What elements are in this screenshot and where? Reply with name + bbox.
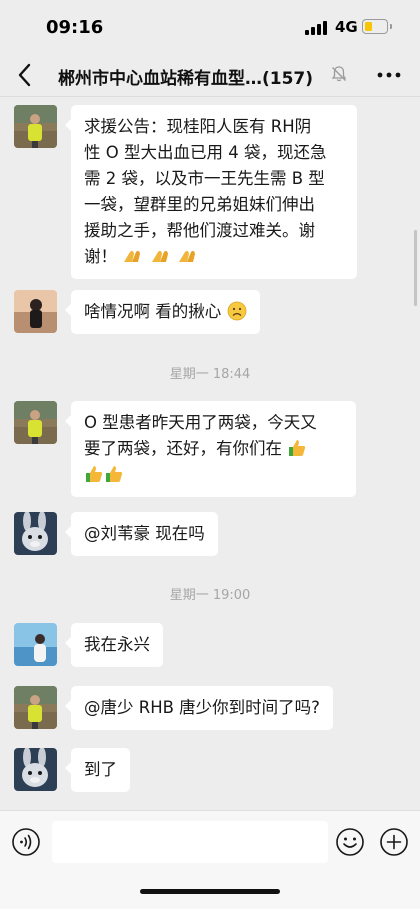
- member-count: (157): [262, 69, 314, 89]
- message-bubble[interactable]: 求援公告：现桂阳人医有 RH阴 性 O 型大出血已用 4 袋，现还急 需 2 袋…: [65, 105, 357, 279]
- network-type: 4G: [335, 18, 358, 36]
- group-name: 郴州市中心血站稀有血型…: [58, 69, 262, 89]
- signal-icon: [305, 19, 329, 35]
- avatar[interactable]: [14, 512, 57, 555]
- timestamp: 星期一 18:44: [169, 367, 251, 382]
- message-input[interactable]: [52, 821, 328, 863]
- avatar[interactable]: [14, 401, 57, 444]
- chat-header: 郴州市中心血站稀有血型…(157): [0, 54, 420, 97]
- avatar-photo: [14, 623, 57, 666]
- message-text: 求援公告：现桂阳人医有 RH阴 性 O 型大出血已用 4 袋，现还急 需 2 袋…: [84, 117, 327, 266]
- avatar[interactable]: [14, 748, 57, 791]
- input-bar: [0, 810, 420, 909]
- avatar-photo: [14, 401, 57, 444]
- thumbs-up-emoji: [84, 465, 104, 484]
- message-text: @刘苇豪 现在吗: [84, 524, 205, 543]
- message-text: 到了: [84, 760, 117, 779]
- message-bubble[interactable]: 到了: [65, 748, 130, 792]
- timestamp: 星期一 19:00: [169, 588, 251, 603]
- status-bar: 09:16 4G: [0, 0, 420, 54]
- status-time: 09:16: [46, 17, 104, 38]
- avatar[interactable]: [14, 290, 57, 333]
- pray-emoji: [122, 247, 144, 266]
- thumbs-up-emoji: [104, 465, 124, 484]
- chat-message-list[interactable]: 求援公告：现桂阳人医有 RH阴 性 O 型大出血已用 4 袋，现还急 需 2 袋…: [0, 97, 420, 809]
- pray-emoji: [150, 247, 172, 266]
- message-bubble[interactable]: O 型患者昨天用了两袋，今天又 要了两袋，还好，有你们在: [65, 401, 356, 497]
- avatar[interactable]: [14, 686, 57, 729]
- message-text: 啥情况啊 看的揪心: [84, 302, 222, 321]
- home-indicator: [140, 889, 280, 894]
- message-bubble[interactable]: @刘苇豪 现在吗: [65, 512, 218, 556]
- avatar-photo: [14, 512, 57, 555]
- back-icon[interactable]: [14, 62, 36, 88]
- sad-emoji: [227, 301, 247, 321]
- message-text: @唐少 RHB 唐少你到时间了吗?: [84, 698, 320, 717]
- avatar-photo: [14, 748, 57, 791]
- message-text: 我在永兴: [84, 635, 150, 654]
- pray-emoji: [177, 247, 199, 266]
- battery-icon: [362, 19, 392, 34]
- message-bubble[interactable]: @唐少 RHB 唐少你到时间了吗?: [65, 686, 333, 730]
- more-icon[interactable]: [376, 66, 402, 84]
- chat-title[interactable]: 郴州市中心血站稀有血型…(157): [58, 64, 334, 89]
- plus-icon[interactable]: [379, 827, 409, 857]
- message-bubble[interactable]: 我在永兴: [65, 623, 163, 667]
- mute-icon: [331, 66, 347, 82]
- avatar-photo: [14, 290, 57, 333]
- thumbs-up-emoji: [287, 439, 307, 458]
- avatar-photo: [14, 686, 57, 729]
- scrollbar[interactable]: [414, 230, 417, 306]
- avatar-photo: [14, 105, 57, 148]
- emoji-icon[interactable]: [335, 827, 365, 857]
- avatar[interactable]: [14, 105, 57, 148]
- message-bubble[interactable]: 啥情况啊 看的揪心: [65, 290, 260, 334]
- avatar[interactable]: [14, 623, 57, 666]
- voice-icon[interactable]: [11, 827, 41, 857]
- message-text: O 型患者昨天用了两袋，今天又 要了两袋，还好，有你们在: [84, 413, 317, 458]
